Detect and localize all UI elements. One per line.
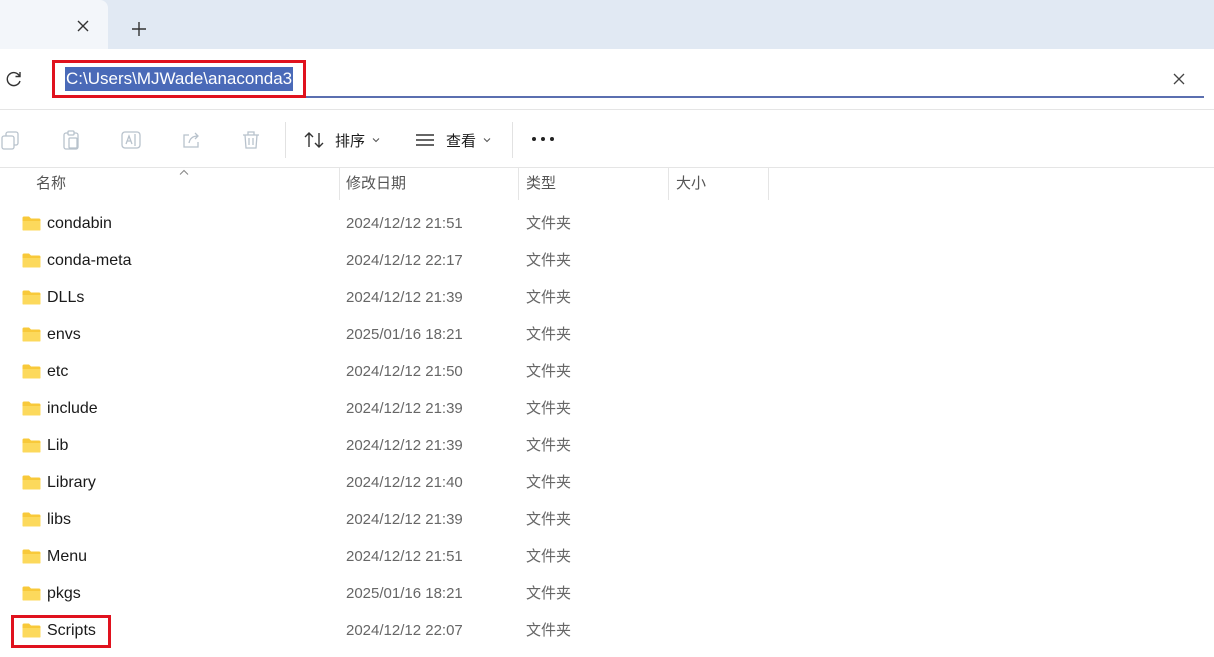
file-type: 文件夹 bbox=[526, 585, 572, 602]
file-date: 2024/12/12 21:39 bbox=[346, 400, 463, 417]
more-options-icon[interactable] bbox=[530, 132, 556, 146]
tab-current[interactable] bbox=[0, 0, 108, 49]
file-row[interactable]: pkgs 2025/01/16 18:21 文件夹 bbox=[0, 575, 1214, 612]
folder-icon bbox=[22, 216, 41, 231]
file-date: 2024/12/12 21:40 bbox=[346, 474, 463, 491]
folder-icon bbox=[22, 253, 41, 268]
view-label: 查看 bbox=[446, 132, 477, 150]
chevron-down-icon bbox=[372, 138, 380, 143]
file-type: 文件夹 bbox=[526, 511, 572, 528]
column-divider[interactable] bbox=[668, 168, 669, 200]
file-date: 2024/12/12 22:07 bbox=[346, 622, 463, 639]
file-type: 文件夹 bbox=[526, 400, 572, 417]
column-size[interactable]: 大小 bbox=[676, 168, 706, 200]
file-name: include bbox=[47, 400, 98, 417]
file-type: 文件夹 bbox=[526, 363, 572, 380]
file-row[interactable]: conda-meta 2024/12/12 22:17 文件夹 bbox=[0, 242, 1214, 279]
view-button[interactable]: 查看 bbox=[414, 122, 492, 158]
copy-icon[interactable] bbox=[0, 129, 22, 151]
column-divider[interactable] bbox=[518, 168, 519, 200]
file-row[interactable]: etc 2024/12/12 21:50 文件夹 bbox=[0, 353, 1214, 390]
file-name: Library bbox=[47, 474, 96, 491]
rename-icon[interactable] bbox=[120, 129, 142, 151]
clear-address-icon[interactable] bbox=[1170, 70, 1188, 88]
column-divider[interactable] bbox=[339, 168, 340, 200]
sort-button[interactable]: 排序 bbox=[303, 122, 381, 158]
file-row[interactable]: DLLs 2024/12/12 21:39 文件夹 bbox=[0, 279, 1214, 316]
file-date: 2025/01/16 18:21 bbox=[346, 585, 463, 602]
file-date: 2024/12/12 21:51 bbox=[346, 548, 463, 565]
file-row[interactable]: condabin 2024/12/12 21:51 文件夹 bbox=[0, 205, 1214, 242]
sort-label: 排序 bbox=[335, 132, 366, 150]
tab-strip bbox=[0, 0, 1214, 49]
command-bar: 排序 查看 bbox=[0, 110, 1214, 168]
file-name: DLLs bbox=[47, 289, 85, 306]
file-type: 文件夹 bbox=[526, 215, 572, 232]
file-type: 文件夹 bbox=[526, 289, 572, 306]
file-type: 文件夹 bbox=[526, 474, 572, 491]
file-name: Lib bbox=[47, 437, 69, 454]
address-row: C:\Users\MJWade\anaconda3 bbox=[0, 49, 1214, 110]
folder-icon bbox=[22, 512, 41, 527]
file-type: 文件夹 bbox=[526, 252, 572, 269]
file-date: 2025/01/16 18:21 bbox=[346, 326, 463, 343]
file-name: conda-meta bbox=[47, 252, 132, 269]
column-name[interactable]: 名称 bbox=[36, 168, 66, 200]
folder-icon bbox=[22, 438, 41, 453]
file-type: 文件夹 bbox=[526, 622, 572, 639]
file-row[interactable]: Library 2024/12/12 21:40 文件夹 bbox=[0, 464, 1214, 501]
address-path[interactable]: C:\Users\MJWade\anaconda3 bbox=[65, 67, 294, 91]
file-type: 文件夹 bbox=[526, 548, 572, 565]
folder-icon bbox=[22, 475, 41, 490]
file-row[interactable]: envs 2025/01/16 18:21 文件夹 bbox=[0, 316, 1214, 353]
file-name: libs bbox=[47, 511, 72, 528]
column-header-row: 名称 修改日期 类型 大小 bbox=[0, 168, 1214, 200]
file-date: 2024/12/12 21:50 bbox=[346, 363, 463, 380]
file-type: 文件夹 bbox=[526, 437, 572, 454]
file-name: Menu bbox=[47, 548, 88, 565]
folder-icon bbox=[22, 327, 41, 342]
file-date: 2024/12/12 22:17 bbox=[346, 252, 463, 269]
folder-icon bbox=[22, 401, 41, 416]
file-row[interactable]: libs 2024/12/12 21:39 文件夹 bbox=[0, 501, 1214, 538]
column-modified[interactable]: 修改日期 bbox=[346, 168, 406, 200]
file-row[interactable]: Lib 2024/12/12 21:39 文件夹 bbox=[0, 427, 1214, 464]
folder-icon bbox=[22, 586, 41, 601]
file-date: 2024/12/12 21:39 bbox=[346, 511, 463, 528]
file-name: pkgs bbox=[47, 585, 81, 602]
column-type[interactable]: 类型 bbox=[526, 168, 556, 200]
new-tab-icon[interactable] bbox=[128, 18, 150, 40]
file-name: etc bbox=[47, 363, 69, 380]
folder-icon bbox=[22, 290, 41, 305]
file-name: condabin bbox=[47, 215, 112, 232]
close-icon[interactable] bbox=[73, 16, 93, 36]
paste-icon[interactable] bbox=[60, 129, 82, 151]
folder-icon bbox=[22, 623, 41, 638]
file-row[interactable]: include 2024/12/12 21:39 文件夹 bbox=[0, 390, 1214, 427]
file-row[interactable]: Scripts 2024/12/12 22:07 文件夹 bbox=[0, 612, 1214, 649]
file-date: 2024/12/12 21:51 bbox=[346, 215, 463, 232]
view-icon bbox=[416, 134, 434, 146]
folder-icon bbox=[22, 549, 41, 564]
column-divider[interactable] bbox=[768, 168, 769, 200]
toolbar-separator bbox=[512, 122, 513, 158]
folder-icon bbox=[22, 364, 41, 379]
refresh-icon[interactable] bbox=[4, 69, 24, 89]
sort-icon bbox=[304, 132, 324, 148]
file-row[interactable]: Menu 2024/12/12 21:51 文件夹 bbox=[0, 538, 1214, 575]
toolbar-separator bbox=[285, 122, 286, 158]
file-date: 2024/12/12 21:39 bbox=[346, 289, 463, 306]
delete-icon[interactable] bbox=[240, 129, 262, 151]
file-type: 文件夹 bbox=[526, 326, 572, 343]
share-icon[interactable] bbox=[180, 129, 202, 151]
file-date: 2024/12/12 21:39 bbox=[346, 437, 463, 454]
address-bar[interactable]: C:\Users\MJWade\anaconda3 bbox=[52, 60, 1204, 98]
chevron-down-icon bbox=[483, 138, 491, 143]
file-name: Scripts bbox=[47, 622, 96, 639]
sort-ascending-icon bbox=[179, 169, 189, 175]
file-name: envs bbox=[47, 326, 81, 343]
